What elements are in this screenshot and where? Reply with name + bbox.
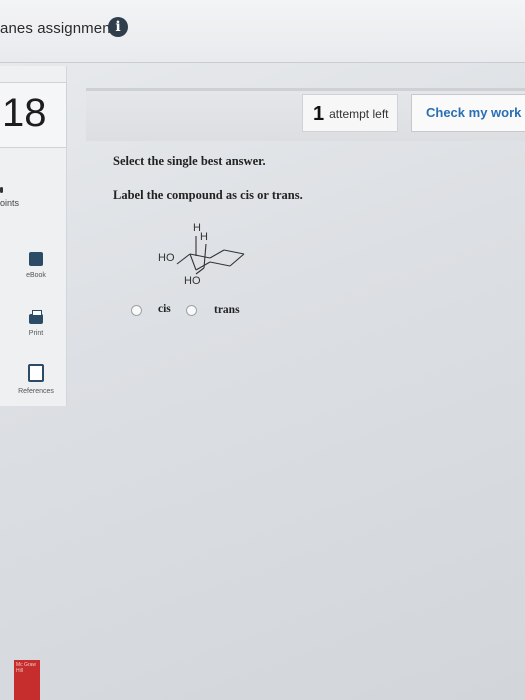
cyclohexane-structure: H H HO HO [150, 222, 260, 292]
attempts-indicator: 1 attempt left [302, 94, 398, 132]
trans-option-label[interactable]: trans [214, 304, 240, 316]
info-icon[interactable]: i [108, 17, 128, 37]
structure-label-h2: H [200, 231, 208, 243]
cis-option-label[interactable]: cis [158, 303, 171, 315]
assignment-title: anes assignment [0, 20, 115, 37]
print-button[interactable]: Print [8, 310, 64, 337]
references-button[interactable]: References [8, 364, 64, 395]
references-label: References [18, 388, 54, 395]
cis-radio[interactable] [131, 305, 142, 316]
attempt-label: attempt left [329, 107, 389, 121]
check-my-work-button[interactable]: Check my work [411, 94, 525, 132]
points-marker [0, 187, 3, 193]
question-prompt: Label the compound as cis or trans. [113, 188, 303, 202]
logo-text: Mc Graw Hill [16, 662, 36, 674]
trans-radio[interactable] [186, 305, 197, 316]
question-number: 18 [2, 91, 47, 135]
question-number-box: 18 [0, 82, 67, 148]
points-label: oints [0, 198, 20, 208]
ebook-label: eBook [26, 272, 46, 279]
book-icon [29, 252, 43, 266]
question-instruction: Select the single best answer. [113, 154, 266, 168]
structure-label-ho2: HO [184, 275, 201, 287]
attempt-count: 1 [313, 103, 325, 125]
references-icon [28, 364, 44, 382]
structure-label-ho1: HO [158, 252, 175, 264]
mcgraw-hill-logo: Mc Graw Hill [14, 660, 40, 700]
ebook-button[interactable]: eBook [8, 252, 64, 279]
print-icon [29, 310, 43, 324]
print-label: Print [28, 330, 44, 337]
